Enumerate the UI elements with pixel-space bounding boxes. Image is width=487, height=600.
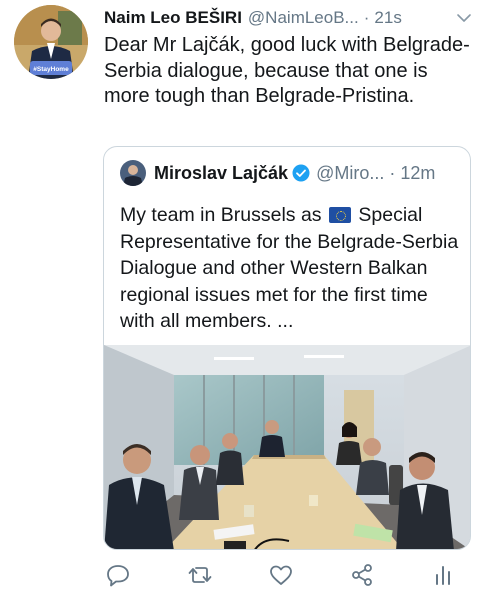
quoted-text-part-1: My team in Brussels as: [120, 204, 322, 226]
tweet-header: Naim Leo BEŠIRI @NaimLeoB... · 21s: [104, 6, 474, 30]
quoted-tweet-timestamp[interactable]: 12m: [400, 163, 435, 184]
verified-badge-icon: [292, 164, 310, 182]
separator-dot: ·: [363, 8, 370, 27]
quoted-author-name[interactable]: Miroslav Lajčák: [154, 163, 288, 184]
meeting-photo[interactable]: [104, 345, 471, 550]
quoted-author-handle[interactable]: @Miro...: [316, 163, 384, 184]
reply-icon[interactable]: [103, 560, 133, 590]
share-icon[interactable]: [347, 560, 377, 590]
avatar-image: #StayHome: [14, 5, 88, 79]
quoted-tweet-text: My team in Brussels as Special Represent…: [120, 202, 460, 335]
retweet-icon[interactable]: [185, 560, 215, 590]
tweet-text: Dear Mr Lajčák, good luck with Belgrade-…: [104, 34, 470, 107]
chevron-down-icon[interactable]: [454, 8, 474, 28]
tweet-timestamp[interactable]: 21s: [374, 8, 401, 28]
author-name[interactable]: Naim Leo BEŠIRI: [104, 8, 242, 28]
analytics-icon[interactable]: [428, 560, 458, 590]
quoted-author-avatar[interactable]: [120, 160, 146, 186]
author-avatar[interactable]: #StayHome: [14, 5, 88, 79]
quoted-tweet-header: Miroslav Lajčák @Miro... · 12m: [120, 160, 465, 186]
avatar-badge: #StayHome: [33, 66, 69, 73]
separator-dot: ·: [389, 162, 396, 183]
quoted-tweet-card[interactable]: Miroslav Lajčák @Miro... · 12m My team i…: [103, 146, 471, 550]
tweet-action-bar: [0, 560, 487, 594]
author-handle[interactable]: @NaimLeoB...: [248, 8, 359, 28]
eu-flag-icon: [328, 207, 351, 223]
like-icon[interactable]: [266, 560, 296, 590]
